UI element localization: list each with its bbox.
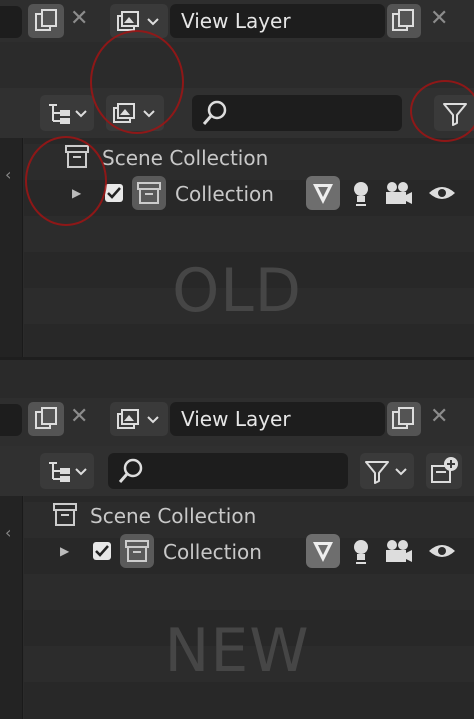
old-display-mode-dropdown[interactable] (40, 95, 94, 131)
new-display-mode-dropdown[interactable] (40, 453, 94, 489)
new-watermark: NEW (164, 616, 310, 686)
old-annotation-circle-view-layer (90, 30, 184, 134)
outliner-tree-icon (49, 104, 87, 124)
old-top-bar: ✕ View Layer ✕ (0, 0, 474, 42)
new-collection-button[interactable] (426, 453, 462, 489)
new-collection-label[interactable]: Collection (163, 540, 262, 564)
old-watermark: OLD (172, 256, 302, 326)
copy-icon (392, 9, 414, 31)
old-expand-arrow-icon[interactable]: ‹ (5, 165, 11, 184)
old-exclude-checkbox[interactable] (105, 184, 123, 202)
new-top-separator (0, 360, 474, 400)
old-close-scene-icon[interactable]: ✕ (70, 8, 88, 30)
new-eye-icon[interactable] (425, 534, 459, 568)
old-camera-icon[interactable] (381, 176, 415, 210)
old-light-icon[interactable] (347, 176, 377, 210)
new-view-layer-field[interactable]: View Layer (170, 402, 385, 436)
search-icon (118, 458, 143, 483)
new-exclude-checkbox[interactable] (93, 542, 111, 560)
new-collection-icon (431, 457, 458, 483)
old-outliner-panel: ✕ View Layer ✕ ‹ Scene Collection ▶ Coll… (0, 0, 474, 357)
copy-icon (35, 407, 57, 429)
copy-icon (392, 407, 414, 429)
old-outliner-header (0, 88, 474, 138)
old-collection-label[interactable]: Collection (175, 182, 274, 206)
new-selectable-toggle[interactable] (306, 534, 340, 568)
render-layers-icon (117, 409, 159, 429)
old-annotation-circle-filter (410, 80, 474, 142)
old-collection-icon-box (132, 176, 166, 210)
new-view-layer-browse-button[interactable] (110, 402, 168, 436)
new-view-layer-name: View Layer (181, 407, 291, 431)
old-annotation-circle-disclosure (25, 136, 107, 226)
new-close-scene-icon[interactable]: ✕ (70, 406, 88, 428)
old-remove-view-layer-icon[interactable]: ✕ (430, 8, 448, 30)
new-disclosure-triangle-icon[interactable]: ▶ (60, 544, 69, 558)
new-remove-view-layer-icon[interactable]: ✕ (430, 406, 448, 428)
old-search-input[interactable] (192, 95, 402, 131)
new-expand-arrow-icon[interactable]: ‹ (5, 523, 11, 542)
new-scene-collection-label[interactable]: Scene Collection (90, 504, 256, 528)
new-scene-collection-icon (53, 503, 77, 526)
checkmark-icon (95, 545, 109, 557)
collection-icon (125, 540, 149, 562)
new-light-icon[interactable] (347, 534, 377, 568)
new-outliner-panel: ✕ View Layer ✕ ‹ Scene Collection ▶ Coll… (0, 360, 474, 719)
checkmark-icon (107, 187, 121, 199)
old-eye-icon[interactable] (425, 176, 459, 210)
filter-icon (365, 461, 407, 484)
old-scene-field[interactable] (0, 6, 22, 38)
copy-icon (35, 9, 57, 31)
old-copy-scene-button[interactable] (28, 4, 64, 38)
new-search-input[interactable] (108, 453, 348, 489)
old-view-layer-field[interactable]: View Layer (170, 4, 385, 38)
new-outliner-header (0, 446, 474, 496)
new-copy-view-layer-button[interactable] (387, 402, 421, 436)
new-top-bar: ✕ View Layer ✕ (0, 398, 474, 446)
outliner-tree-icon (49, 462, 87, 482)
old-selectable-toggle[interactable] (306, 176, 340, 210)
restrict-select-icon (313, 542, 333, 562)
new-scene-field[interactable] (0, 404, 22, 436)
old-copy-view-layer-button[interactable] (387, 4, 421, 38)
old-view-layer-name: View Layer (181, 9, 291, 33)
new-copy-scene-button[interactable] (28, 402, 64, 436)
collection-icon (137, 182, 161, 204)
restrict-select-icon (313, 184, 333, 204)
new-collection-icon-box (120, 534, 154, 568)
old-scene-collection-label[interactable]: Scene Collection (102, 146, 268, 170)
new-filter-dropdown[interactable] (360, 453, 414, 489)
new-camera-icon[interactable] (381, 534, 415, 568)
search-icon (202, 100, 227, 125)
